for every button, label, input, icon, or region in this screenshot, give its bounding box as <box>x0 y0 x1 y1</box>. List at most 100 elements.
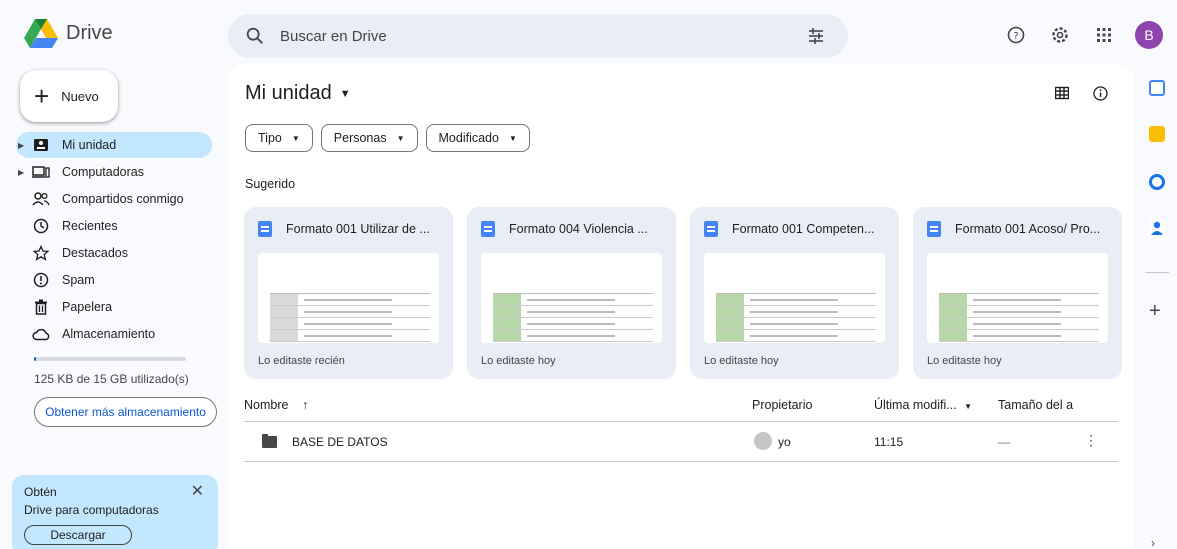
tasks-icon[interactable] <box>1149 174 1165 190</box>
doc-icon <box>258 221 272 237</box>
chevron-down-icon: ▼ <box>396 133 405 143</box>
cloud-icon <box>32 325 50 343</box>
desktop-promo: Obtén Drive para computadoras ✕ Descarga… <box>12 475 218 549</box>
chevron-right-icon[interactable]: › <box>1151 536 1155 549</box>
search-bar[interactable]: Buscar en Drive <box>228 14 848 58</box>
doc-icon <box>704 221 718 237</box>
filter-modified[interactable]: Modificado ▼ <box>425 124 530 152</box>
file-list-header: Nombre ↑ Propietario Última modifi... ▼ … <box>244 392 1118 422</box>
sidebar-item-spam[interactable]: Spam <box>16 267 212 293</box>
column-size[interactable]: Tamaño del a <box>998 398 1073 412</box>
side-panel-rail: + › <box>1137 64 1177 549</box>
suggested-file-card[interactable]: Formato 001 Competen... Lo editaste hoy <box>690 207 899 379</box>
filter-type[interactable]: Tipo ▼ <box>245 124 313 152</box>
close-icon[interactable]: ✕ <box>191 481 204 501</box>
sidebar-item-computers[interactable]: ▶ Computadoras <box>16 159 212 185</box>
folder-icon <box>262 434 277 448</box>
get-more-storage-button[interactable]: Obtener más almacenamiento <box>34 397 217 427</box>
view-controls <box>1054 86 1108 106</box>
sidebar-item-label: Mi unidad <box>62 138 117 152</box>
file-modified: 11:15 <box>874 435 904 449</box>
sidebar-item-trash[interactable]: Papelera <box>16 294 212 320</box>
file-thumbnail <box>481 253 662 343</box>
file-title: Formato 001 Utilizar de ... <box>286 222 430 236</box>
sidebar-nav: ▶ Mi unidad ▶ Computadoras Compartidos c… <box>16 132 212 348</box>
filter-label: Personas <box>333 131 387 145</box>
trash-icon <box>32 298 50 316</box>
filter-people[interactable]: Personas ▼ <box>320 124 418 152</box>
sidebar-item-label: Almacenamiento <box>62 327 156 341</box>
sidebar-item-shared[interactable]: Compartidos conmigo <box>16 186 212 212</box>
chevron-down-icon: ▼ <box>291 133 300 143</box>
account-avatar[interactable]: B <box>1135 21 1163 49</box>
doc-icon <box>481 221 495 237</box>
sidebar-item-my-drive[interactable]: ▶ Mi unidad <box>16 132 212 158</box>
download-button[interactable]: Descargar <box>24 525 132 545</box>
file-activity: Lo editaste hoy <box>927 355 1002 367</box>
sidebar-item-recent[interactable]: Recientes <box>16 213 212 239</box>
file-activity: Lo editaste recién <box>258 355 345 367</box>
suggested-file-card[interactable]: Formato 001 Acoso/ Pro... Lo editaste ho… <box>913 207 1122 379</box>
file-owner: yo <box>778 435 791 449</box>
calendar-icon[interactable] <box>1149 80 1165 96</box>
promo-subtitle: Drive para computadoras <box>24 503 159 517</box>
chevron-down-icon: ▼ <box>339 87 351 100</box>
column-name[interactable]: Nombre ↑ <box>244 398 308 412</box>
search-icon[interactable] <box>244 25 266 47</box>
star-icon <box>32 244 50 262</box>
page-title[interactable]: Mi unidad ▼ <box>245 82 351 105</box>
sidebar-item-storage[interactable]: Almacenamiento <box>16 321 212 347</box>
table-row[interactable]: BASE DE DATOS yo 11:15 — ⋮ <box>244 422 1118 462</box>
storage-progress-fill <box>34 357 36 361</box>
owner-avatar-icon <box>754 432 772 450</box>
more-actions-icon[interactable]: ⋮ <box>1084 432 1098 449</box>
filter-label: Tipo <box>258 131 282 145</box>
settings-gear-icon[interactable] <box>1043 18 1077 52</box>
sort-arrow-up-icon[interactable]: ↑ <box>302 398 308 412</box>
storage-progress-bar <box>34 357 186 361</box>
app-name: Drive <box>66 21 113 44</box>
expand-caret-icon[interactable]: ▶ <box>18 141 24 150</box>
promo-title: Obtén <box>24 485 57 499</box>
keep-icon[interactable] <box>1149 126 1165 142</box>
file-name: BASE DE DATOS <box>292 435 388 449</box>
rail-divider <box>1145 272 1169 273</box>
file-size: — <box>998 435 1010 449</box>
contacts-icon[interactable] <box>1149 220 1165 236</box>
suggested-file-card[interactable]: Formato 004 Violencia ... Lo editaste ho… <box>467 207 676 379</box>
drive-logo[interactable]: Drive <box>24 18 113 48</box>
file-thumbnail <box>704 253 885 343</box>
sidebar-item-label: Recientes <box>62 219 118 233</box>
column-modified[interactable]: Última modifi... ▼ <box>874 398 972 412</box>
file-thumbnail <box>927 253 1108 343</box>
add-addon-plus-icon[interactable]: + <box>1149 300 1161 323</box>
computer-icon <box>32 163 50 181</box>
filter-label: Modificado <box>438 131 499 145</box>
grid-view-icon[interactable] <box>1054 86 1070 106</box>
sidebar-item-starred[interactable]: Destacados <box>16 240 212 266</box>
search-input[interactable]: Buscar en Drive <box>280 28 387 45</box>
chevron-down-icon: ▼ <box>508 133 517 143</box>
plus-icon: + <box>34 81 50 111</box>
sort-down-icon: ▼ <box>964 402 973 411</box>
doc-icon <box>927 221 941 237</box>
column-owner[interactable]: Propietario <box>752 398 812 412</box>
expand-caret-icon[interactable]: ▶ <box>18 168 24 177</box>
sidebar-item-label: Computadoras <box>62 165 144 179</box>
column-label: Nombre <box>244 398 289 412</box>
svg-text:?: ? <box>1013 31 1018 42</box>
new-button-label: Nuevo <box>61 88 99 104</box>
suggested-heading: Sugerido <box>245 177 296 191</box>
search-options-icon[interactable] <box>806 26 826 46</box>
file-title: Formato 004 Violencia ... <box>509 222 648 236</box>
apps-grid-icon[interactable] <box>1087 18 1121 52</box>
help-icon[interactable]: ? <box>999 18 1033 52</box>
filter-chips: Tipo ▼ Personas ▼ Modificado ▼ <box>245 124 530 152</box>
main-panel: Mi unidad ▼ Tipo ▼ Personas ▼ Modificado ▼ … <box>228 64 1134 549</box>
info-icon[interactable] <box>1093 86 1108 106</box>
new-button[interactable]: + Nuevo <box>20 70 118 122</box>
file-activity: Lo editaste hoy <box>481 355 556 367</box>
header-actions: ? B <box>999 18 1163 52</box>
suggested-file-card[interactable]: Formato 001 Utilizar de ... Lo editaste … <box>244 207 453 379</box>
file-activity: Lo editaste hoy <box>704 355 779 367</box>
